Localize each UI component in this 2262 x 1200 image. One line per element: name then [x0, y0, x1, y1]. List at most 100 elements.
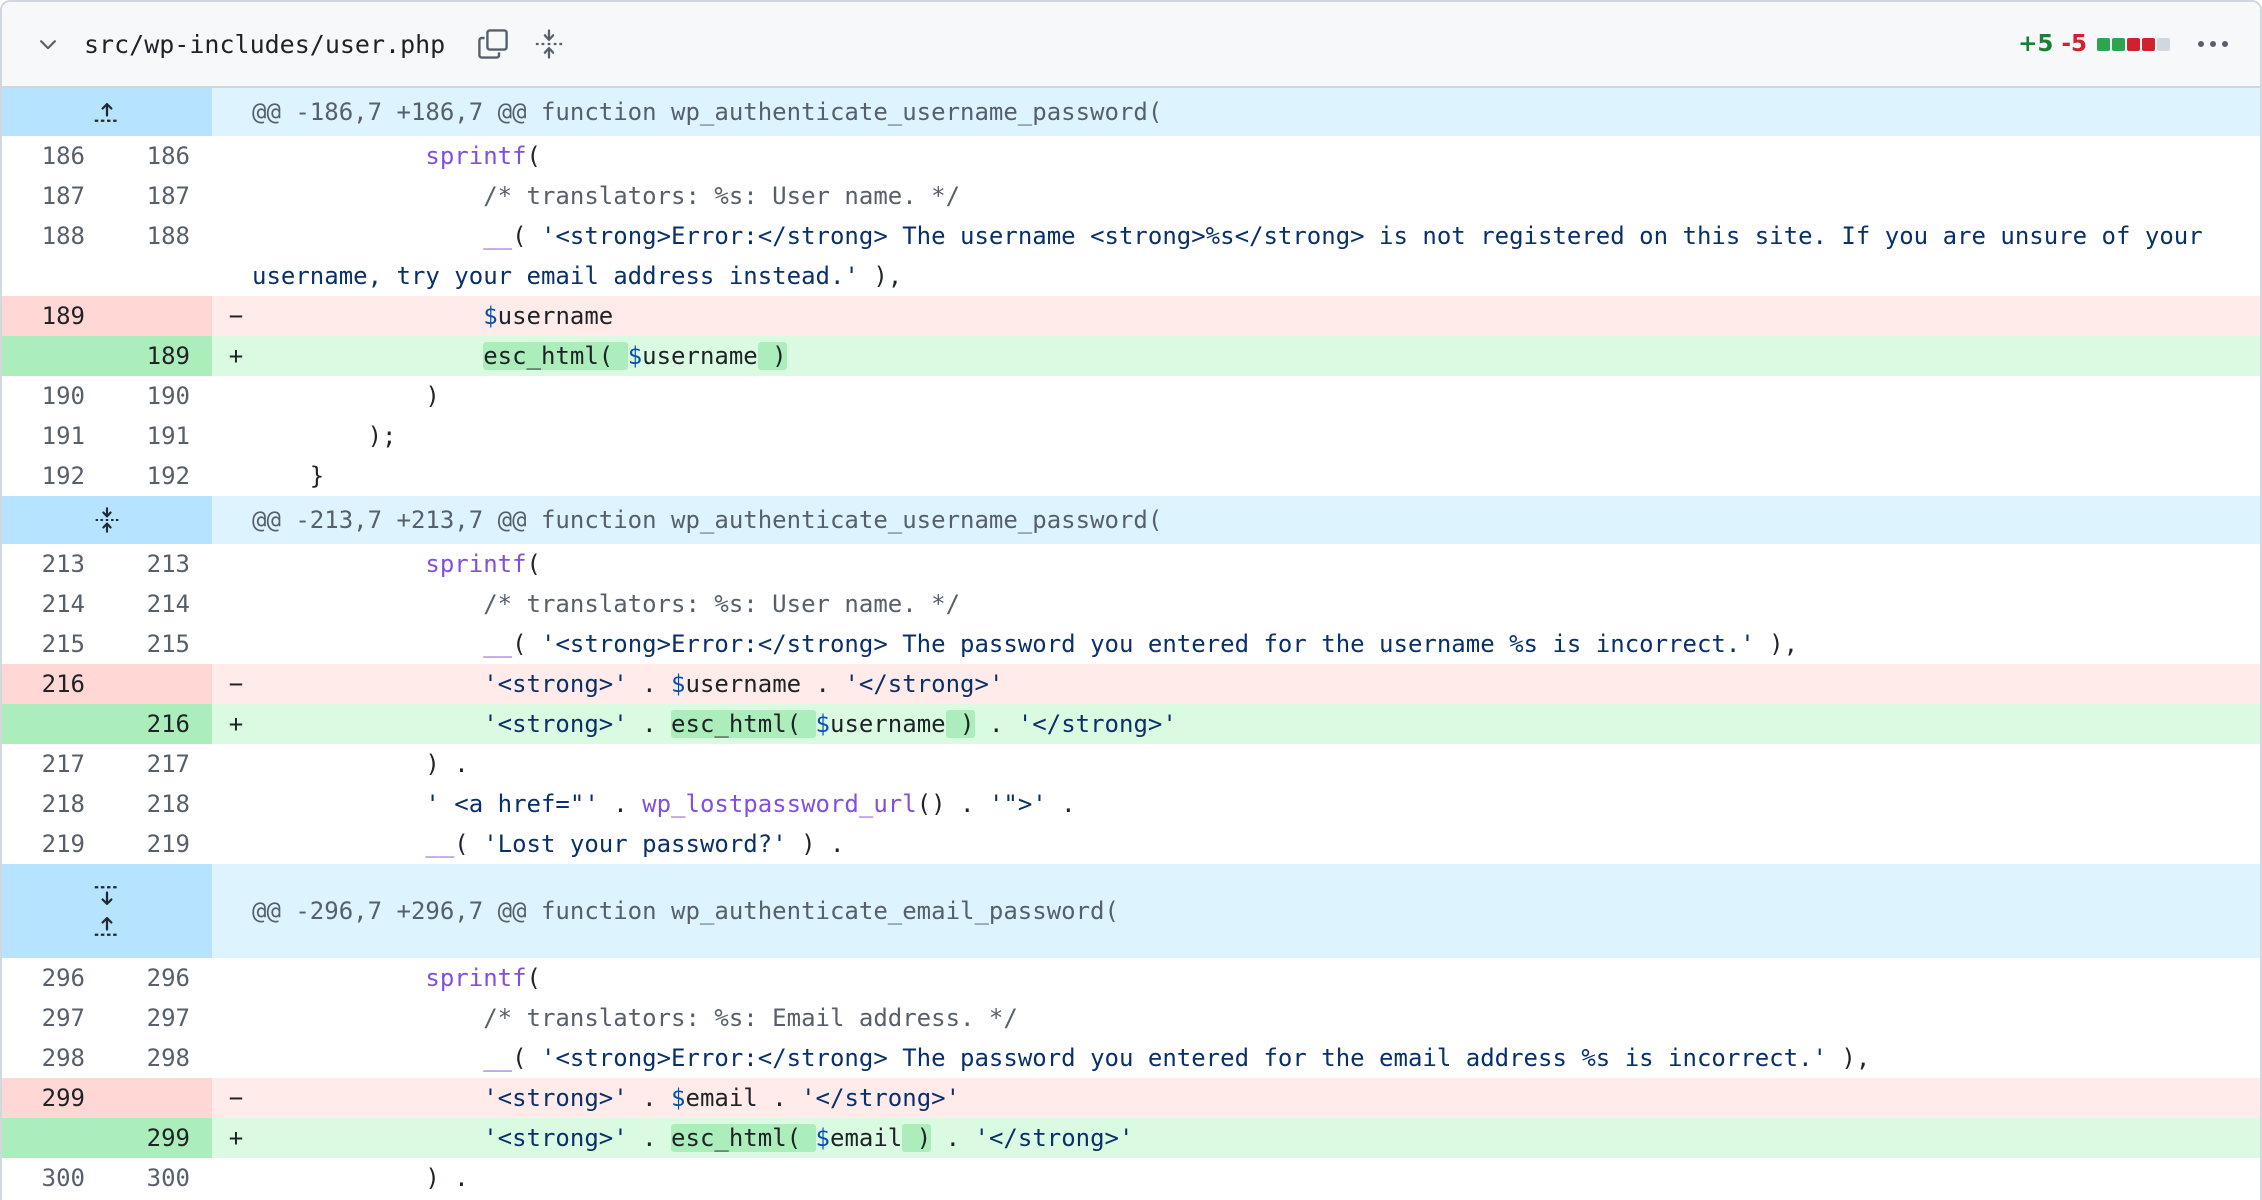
new-line-number[interactable]: 188 — [107, 216, 212, 296]
diff-marker — [212, 1158, 252, 1198]
new-line-number[interactable]: 219 — [107, 824, 212, 864]
new-line-number[interactable]: 218 — [107, 784, 212, 824]
kebab-horizontal-icon[interactable] — [2188, 24, 2238, 64]
expand-up-icon[interactable] — [77, 97, 137, 127]
old-line-number[interactable]: 190 — [2, 376, 107, 416]
new-line-number[interactable] — [107, 296, 212, 336]
additions-count: +5 — [2018, 31, 2054, 57]
new-line-number[interactable]: 214 — [107, 584, 212, 624]
old-line-number[interactable] — [2, 704, 107, 744]
old-line-number[interactable]: 217 — [2, 744, 107, 784]
new-line-number[interactable]: 213 — [107, 544, 212, 584]
new-line-number[interactable]: 190 — [107, 376, 212, 416]
diff-file-container: src/wp-includes/user.php +5 -5 @@ -186,7… — [0, 0, 2262, 1200]
context-line: 190 190 ) — [2, 376, 2260, 416]
hunk-header-text: @@ -213,7 +213,7 @@ function wp_authenti… — [252, 506, 1163, 534]
new-line-number[interactable]: 217 — [107, 744, 212, 784]
old-line-number[interactable]: 216 — [2, 664, 107, 704]
code-line: __( '<strong>Error:</strong> The passwor… — [252, 1038, 2260, 1078]
new-line-number[interactable]: 300 — [107, 1158, 212, 1198]
copy-icon[interactable] — [471, 22, 515, 66]
code-line: '<strong>' . $email . '</strong>' — [252, 1078, 2260, 1118]
diff-marker — [212, 544, 252, 584]
new-line-number[interactable]: 192 — [107, 456, 212, 496]
new-line-number[interactable]: 297 — [107, 998, 212, 1038]
new-line-number[interactable]: 299 — [107, 1118, 212, 1158]
diff-marker — [212, 216, 252, 296]
code-token: . — [974, 710, 1018, 738]
old-line-number[interactable]: 188 — [2, 216, 107, 296]
code-token: . — [627, 1124, 672, 1152]
old-line-number[interactable]: 215 — [2, 624, 107, 664]
code-line: ) . — [252, 1158, 2260, 1198]
new-line-number[interactable]: 298 — [107, 1038, 212, 1078]
chevron-down-icon[interactable] — [28, 24, 68, 64]
old-line-number[interactable]: 298 — [2, 1038, 107, 1078]
context-line: 219 219 __( 'Lost your password?' ) . — [2, 824, 2260, 864]
new-line-number[interactable]: 191 — [107, 416, 212, 456]
expand-up-icon[interactable] — [77, 911, 137, 941]
file-path[interactable]: src/wp-includes/user.php — [84, 30, 445, 59]
added-line: 216 + '<strong>' . esc_html( $username ) … — [2, 704, 2260, 744]
old-line-number[interactable]: 186 — [2, 136, 107, 176]
old-line-number[interactable]: 218 — [2, 784, 107, 824]
code-token: $ — [671, 1084, 686, 1112]
hunk-header: @@ -213,7 +213,7 @@ function wp_authenti… — [2, 496, 2260, 544]
old-line-number[interactable]: 219 — [2, 824, 107, 864]
new-line-number[interactable]: 186 — [107, 136, 212, 176]
code-token: '<strong>' — [483, 1124, 628, 1152]
diff-marker — [212, 376, 252, 416]
new-line-number[interactable] — [107, 664, 212, 704]
diff-marker: + — [212, 704, 252, 744]
old-line-number[interactable]: 213 — [2, 544, 107, 584]
old-line-number[interactable]: 214 — [2, 584, 107, 624]
code-token: ( — [454, 830, 484, 858]
new-line-number[interactable]: 187 — [107, 176, 212, 216]
diffstat-block-green — [2112, 37, 2125, 51]
old-line-number[interactable]: 189 — [2, 296, 107, 336]
code-token: . — [627, 710, 672, 738]
context-line: 192 192 } — [2, 456, 2260, 496]
old-line-number[interactable]: 300 — [2, 1158, 107, 1198]
old-line-number[interactable] — [2, 336, 107, 376]
code-token: '<strong>Error:</strong> The username <s… — [252, 222, 2218, 290]
old-line-number[interactable]: 299 — [2, 1078, 107, 1118]
diff-marker: − — [212, 296, 252, 336]
context-line: 296 296 sprintf( — [2, 958, 2260, 998]
code-token: ( — [526, 142, 541, 170]
code-token: esc_html( — [483, 342, 628, 370]
new-line-number[interactable] — [107, 1078, 212, 1118]
new-line-number[interactable]: 296 — [107, 958, 212, 998]
code-token: . — [801, 670, 845, 698]
code-token: '<strong>Error:</strong> The password yo… — [541, 630, 1755, 658]
added-line: 299 + '<strong>' . esc_html( $email ) . '… — [2, 1118, 2260, 1158]
new-line-number[interactable]: 189 — [107, 336, 212, 376]
expand-both-icon[interactable] — [77, 505, 137, 535]
code-token: '</strong>' — [974, 1124, 1134, 1152]
unfold-icon[interactable] — [527, 22, 571, 66]
code-token: /* translators: %s: User name. */ — [483, 590, 961, 618]
code-token: ) . — [252, 1164, 469, 1192]
old-line-number[interactable]: 192 — [2, 456, 107, 496]
expand-down-icon[interactable] — [77, 881, 137, 911]
code-token: username — [830, 710, 946, 738]
old-line-number[interactable]: 187 — [2, 176, 107, 216]
code-token: 'Lost your password?' — [483, 830, 787, 858]
code-line: sprintf( — [252, 958, 2260, 998]
diff-marker — [212, 824, 252, 864]
old-line-number[interactable]: 296 — [2, 958, 107, 998]
diff-marker: + — [212, 1118, 252, 1158]
diff-marker — [212, 176, 252, 216]
old-line-number[interactable]: 297 — [2, 998, 107, 1038]
old-line-number[interactable] — [2, 1118, 107, 1158]
new-line-number[interactable]: 215 — [107, 624, 212, 664]
new-line-number[interactable]: 216 — [107, 704, 212, 744]
context-line: 215 215 __( '<strong>Error:</strong> The … — [2, 624, 2260, 664]
context-line: 213 213 sprintf( — [2, 544, 2260, 584]
code-line: '<strong>' . $username . '</strong>' — [252, 664, 2260, 704]
old-line-number[interactable]: 191 — [2, 416, 107, 456]
